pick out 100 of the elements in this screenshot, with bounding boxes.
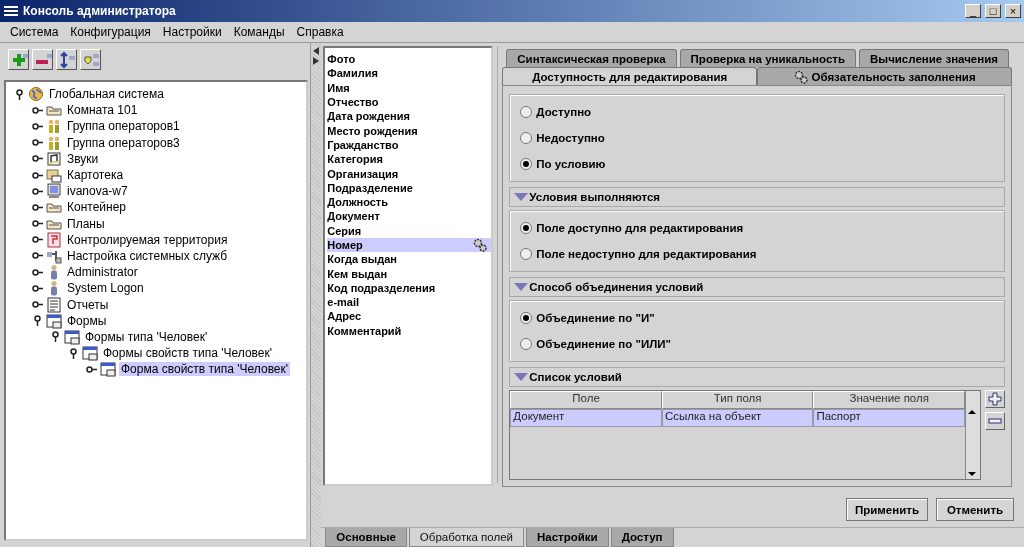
tab[interactable]: Проверка на уникальность — [679, 49, 856, 67]
field-item[interactable]: Фамилия — [327, 66, 492, 81]
field-item[interactable]: Код подразделения — [327, 280, 492, 296]
triangle-icon[interactable] — [514, 193, 529, 201]
field-item[interactable]: Место рождения — [327, 123, 492, 138]
tree-item[interactable]: Группа операторов3 — [65, 135, 182, 150]
tree-item[interactable]: Форма свойств типа 'Человек' — [119, 362, 291, 377]
field-item[interactable]: Серия — [327, 223, 492, 238]
scroll-down-icon[interactable] — [966, 469, 978, 479]
collapsed-handle-icon[interactable] — [32, 201, 43, 213]
menu-item[interactable]: Справка — [290, 25, 350, 39]
collapsed-handle-icon[interactable] — [32, 120, 43, 132]
table-row[interactable]: Документ Ссылка на объект Паспорт — [510, 409, 965, 427]
field-item[interactable]: Фото — [327, 52, 492, 67]
expand-right-icon[interactable] — [313, 57, 320, 65]
apply-button[interactable]: Применить — [846, 498, 928, 521]
cancel-button[interactable]: Отменить — [936, 498, 1014, 521]
tree-item[interactable]: Настройка системных служб — [65, 248, 230, 263]
remove-button[interactable] — [985, 412, 1005, 430]
tree-item[interactable]: Контейнер — [65, 200, 128, 215]
tab[interactable]: Настройки — [525, 528, 609, 547]
collapsed-handle-icon[interactable] — [32, 282, 43, 294]
field-item[interactable]: Когда выдан — [327, 252, 492, 267]
field-item[interactable]: Дата рождения — [327, 109, 492, 124]
collapsed-handle-icon[interactable] — [86, 363, 97, 375]
field-item[interactable]: Организация — [327, 166, 492, 181]
field-item[interactable]: e-mail — [327, 295, 492, 310]
triangle-icon[interactable] — [514, 373, 529, 381]
collapsed-handle-icon[interactable] — [32, 169, 43, 181]
tree-item[interactable]: Administrator — [65, 265, 140, 280]
tree-item[interactable]: Комната 101 — [65, 103, 140, 118]
radio-button[interactable] — [520, 106, 533, 118]
tree-item[interactable]: Звуки — [65, 151, 101, 166]
field-item[interactable]: Гражданство — [327, 137, 492, 153]
tree-item[interactable]: ivanova-w7 — [65, 184, 130, 199]
expanded-handle-icon[interactable] — [32, 315, 43, 327]
tab[interactable]: Доступность для редактирования — [502, 67, 758, 85]
toolbar-button[interactable] — [80, 49, 101, 70]
menu-item[interactable]: Система — [4, 25, 65, 39]
collapsed-handle-icon[interactable] — [32, 137, 43, 149]
menu-item[interactable]: Настройки — [156, 25, 228, 39]
radio-button[interactable] — [520, 222, 533, 234]
column-header[interactable]: Тип поля — [661, 391, 814, 409]
collapsed-handle-icon[interactable] — [32, 185, 43, 197]
collapsed-handle-icon[interactable] — [32, 299, 43, 311]
tab[interactable]: Вычисление значения — [859, 49, 1009, 67]
tree-item[interactable]: Глобальная система — [47, 87, 166, 102]
field-item[interactable]: Номер — [327, 237, 492, 253]
collapsed-handle-icon[interactable] — [32, 153, 43, 165]
window-control[interactable]: _ — [965, 4, 981, 18]
collapsed-handle-icon[interactable] — [32, 218, 43, 230]
tree-item[interactable]: Группа операторов1 — [65, 119, 182, 134]
radio-button[interactable] — [520, 132, 533, 144]
collapsed-handle-icon[interactable] — [32, 266, 43, 278]
tree-item[interactable]: Формы — [65, 313, 109, 328]
tree-item[interactable]: Отчеты — [65, 297, 111, 312]
tree-item[interactable]: System Logon — [65, 281, 146, 296]
toolbar-button[interactable] — [32, 49, 53, 70]
field-item[interactable]: Имя — [327, 80, 492, 95]
tree-item[interactable]: Картотека — [65, 168, 126, 183]
field-item[interactable]: Подразделение — [327, 180, 492, 195]
tab[interactable]: Основные — [325, 528, 407, 547]
field-item[interactable]: Должность — [327, 194, 492, 210]
expanded-handle-icon[interactable] — [68, 347, 79, 359]
scrollbar[interactable] — [965, 391, 980, 479]
radio-button[interactable] — [520, 248, 533, 260]
window-control[interactable]: □ — [985, 4, 1001, 18]
column-header[interactable]: Значение поля — [813, 391, 965, 409]
tab[interactable]: Обработка полей — [408, 528, 524, 547]
collapsed-handle-icon[interactable] — [32, 250, 43, 262]
tab[interactable]: Доступ — [610, 528, 674, 547]
collapse-left-icon[interactable] — [313, 47, 320, 55]
field-item[interactable]: Документ — [327, 209, 492, 224]
expanded-handle-icon[interactable] — [14, 88, 25, 100]
menu-item[interactable]: Команды — [227, 25, 291, 39]
section-header[interactable]: Список условий — [509, 367, 1005, 387]
field-item[interactable]: Кем выдан — [327, 266, 492, 281]
radio-button[interactable] — [520, 158, 533, 170]
radio-button[interactable] — [520, 312, 533, 324]
triangle-icon[interactable] — [514, 283, 529, 291]
column-header[interactable]: Поле — [510, 391, 662, 409]
toolbar-button[interactable] — [8, 49, 29, 70]
menu-item[interactable]: Конфигурация — [64, 25, 157, 39]
field-item[interactable]: Отчество — [327, 94, 492, 110]
tree-item[interactable]: Планы — [65, 216, 107, 231]
field-item[interactable]: Категория — [327, 152, 492, 167]
window-control[interactable]: × — [1005, 4, 1021, 18]
collapsed-handle-icon[interactable] — [32, 104, 43, 116]
toolbar-button[interactable] — [56, 49, 77, 70]
section-header[interactable]: Условия выполняются — [509, 187, 1005, 207]
section-header[interactable]: Способ объединения условий — [509, 277, 1005, 297]
field-item[interactable]: Адрес — [327, 309, 492, 324]
tree-item[interactable]: Формы свойств типа 'Человек' — [101, 346, 275, 361]
field-item[interactable]: Комментарий — [327, 323, 492, 338]
radio-button[interactable] — [520, 338, 533, 350]
tab[interactable]: Синтаксическая проверка — [506, 49, 677, 67]
scroll-up-icon[interactable] — [966, 407, 978, 417]
tree-item[interactable]: Контролируемая территория — [65, 232, 230, 247]
add-button[interactable] — [985, 390, 1005, 408]
expanded-handle-icon[interactable] — [50, 331, 61, 343]
